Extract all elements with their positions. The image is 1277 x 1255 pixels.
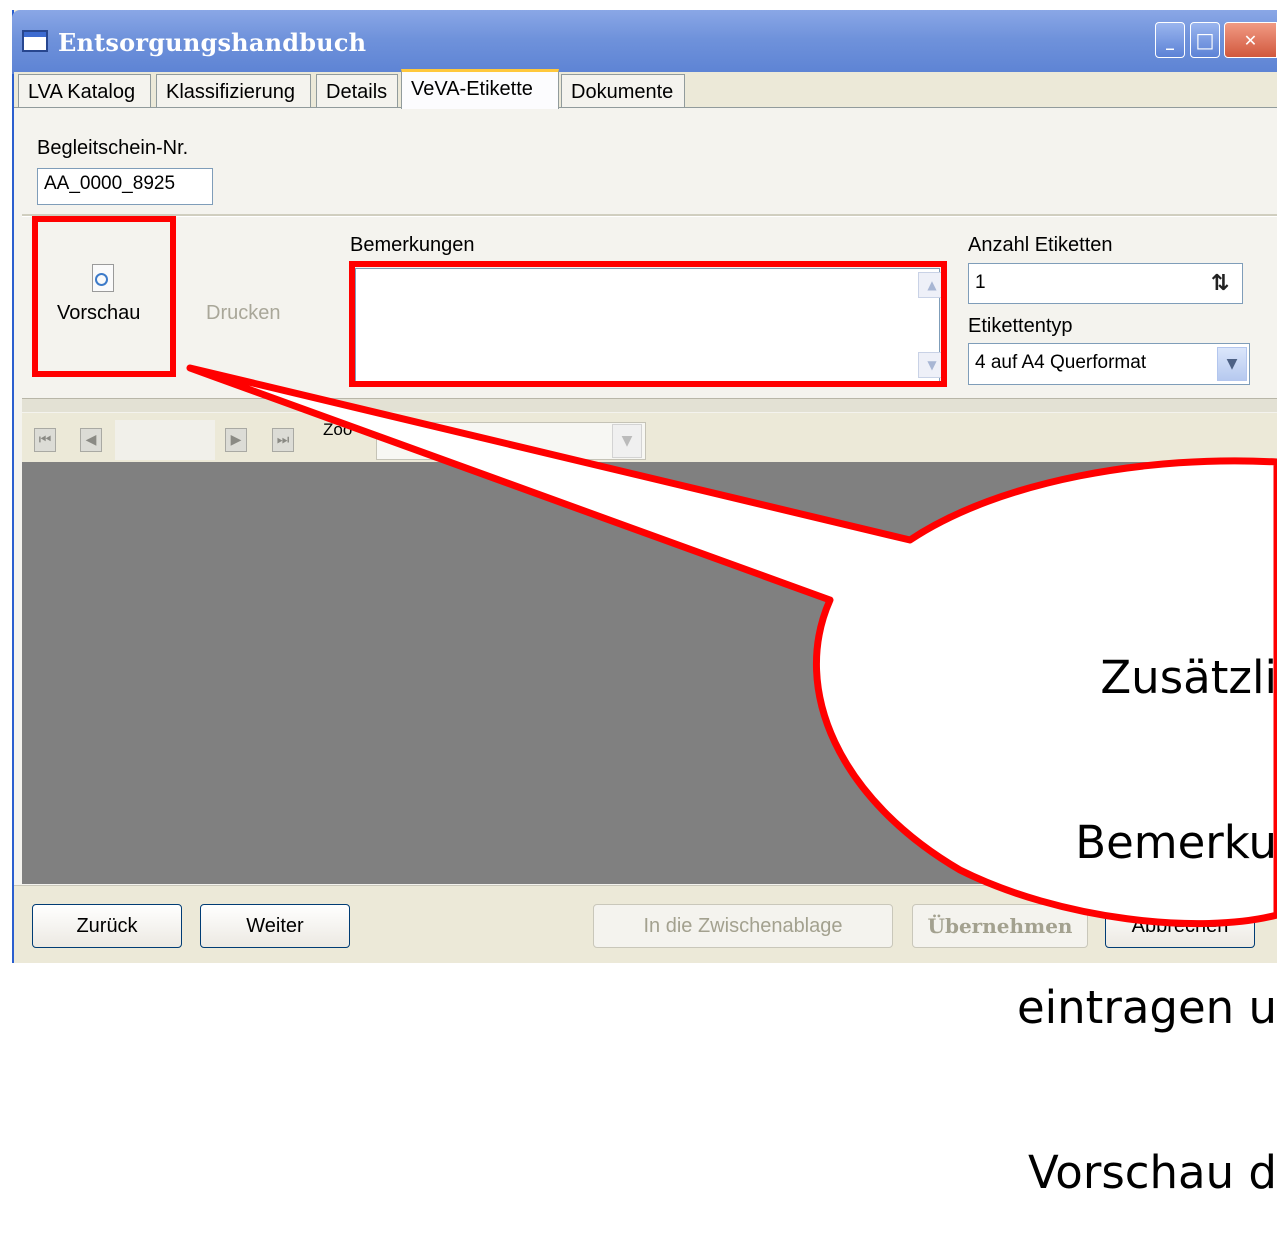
drucken-button[interactable]: Drucken	[206, 302, 280, 325]
zoom-label: Zoo	[323, 420, 353, 439]
next-page-icon[interactable]: ▶	[225, 428, 247, 452]
close-button[interactable]: ✕	[1224, 22, 1277, 58]
prev-page-icon[interactable]: ◀	[80, 428, 102, 452]
last-page-icon[interactable]: ⏭	[272, 428, 294, 452]
first-page-icon[interactable]: ⏮	[34, 428, 56, 452]
page-number-field[interactable]	[115, 420, 215, 460]
callout-line: Vorschau d	[1028, 1146, 1277, 1199]
spin-arrows-icon[interactable]: ⇅	[1205, 270, 1235, 298]
tab-lva-katalog[interactable]: LVA Katalog	[18, 74, 151, 107]
tab-klassifizierung[interactable]: Klassifizierung	[156, 74, 311, 107]
highlight-bemerkungen	[349, 261, 947, 387]
window-icon	[22, 30, 48, 52]
callout-line: eintragen u	[1016, 981, 1277, 1034]
callout-line: Bemerku	[1075, 816, 1277, 869]
etikettentyp-label: Etikettentyp	[968, 315, 1073, 337]
tab-details[interactable]: Details	[316, 74, 398, 107]
etikettentyp-select[interactable]: 4 auf A4 Querformat	[968, 343, 1250, 385]
chevron-down-icon[interactable]: ▼	[1217, 347, 1247, 381]
chevron-down-icon[interactable]: ▼	[612, 424, 642, 458]
weiter-button[interactable]: Weiter	[200, 904, 350, 948]
begleitschein-field[interactable]: AA_0000_8925	[37, 168, 213, 205]
begleitschein-label: Begleitschein-Nr.	[37, 137, 189, 159]
bemerkungen-label: Bemerkungen	[350, 234, 475, 256]
window-title: Entsorgungshandbuch	[58, 28, 367, 57]
anzahl-etiketten-label: Anzahl Etiketten	[968, 234, 1113, 256]
maximize-button[interactable]: □	[1190, 22, 1220, 58]
zwischenablage-button[interactable]: In die Zwischenablage	[593, 904, 893, 948]
splitter	[22, 398, 1277, 412]
tab-veva-etikette[interactable]: VeVA-Etikette	[401, 69, 559, 109]
minimize-button[interactable]: _	[1155, 22, 1185, 58]
anzahl-etiketten-field[interactable]: 1	[968, 263, 1243, 304]
zoom-select[interactable]	[376, 422, 646, 460]
highlight-vorschau	[32, 216, 176, 377]
divider	[22, 214, 1277, 217]
callout-clip	[1040, 540, 1277, 760]
zurueck-button[interactable]: Zurück	[32, 904, 182, 948]
tab-dokumente[interactable]: Dokumente	[561, 74, 685, 107]
